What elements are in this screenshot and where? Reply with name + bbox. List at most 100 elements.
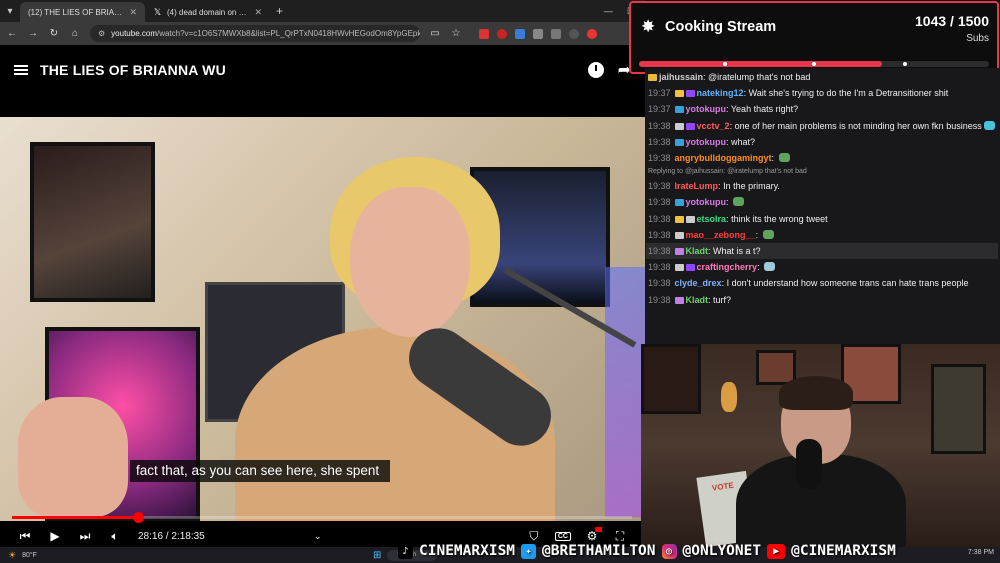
chat-badge-icon[interactable]: [648, 74, 657, 81]
chat-username[interactable]: vcctv_2: [697, 121, 730, 131]
chat-text: I don't understand how someone trans can…: [726, 278, 969, 289]
puzzle-icon[interactable]: [551, 28, 561, 39]
extension-icon[interactable]: [515, 28, 525, 39]
chat-username[interactable]: yotokupu: [686, 137, 727, 147]
previous-icon[interactable]: ⏮: [18, 529, 32, 544]
chat-panel[interactable]: jaihussain: @iratelump that's not bad 19:…: [645, 68, 1000, 344]
chat-message: 19:38 IrateLump: In the primary.: [646, 178, 998, 194]
chat-username[interactable]: Kladt: [686, 246, 709, 256]
chat-username[interactable]: craftingcherry: [697, 262, 758, 272]
chat-badge-icon[interactable]: [674, 248, 684, 256]
chat-message: 19:38 vcctv_2: one of her main problems i…: [646, 118, 998, 134]
chat-username[interactable]: yotokupu: [686, 104, 727, 114]
site-info-icon[interactable]: ⚙: [98, 29, 105, 38]
chat-badge-icon[interactable]: [685, 215, 695, 223]
extension-icon[interactable]: [497, 28, 507, 39]
chat-message: 19:38 craftingcherry:: [646, 259, 998, 275]
volume-icon[interactable]: 🔈︎: [108, 529, 122, 544]
new-tab-button[interactable]: +: [270, 4, 289, 18]
tiktok-icon: ♪: [398, 543, 413, 559]
extension-icon[interactable]: [479, 28, 489, 39]
chat-text: @iratelump that's not bad: [708, 72, 811, 82]
chat-badge-icon[interactable]: [674, 90, 684, 98]
chat-separator: :: [755, 229, 761, 240]
scrubber-handle[interactable]: [133, 512, 145, 523]
webcam-feed: VOTE: [641, 344, 1000, 547]
chat-badge-icon[interactable]: [685, 122, 695, 130]
bookmark-star-icon[interactable]: ☆: [450, 28, 462, 39]
chat-timestamp: 19:38: [648, 181, 671, 192]
time-total: 2:18:35: [171, 530, 205, 542]
chat-timestamp: 19:38: [648, 120, 671, 131]
forward-arrow-icon[interactable]: →: [27, 28, 39, 39]
chevron-down-icon[interactable]: ⌄: [311, 531, 325, 542]
chat-username[interactable]: Kladt: [686, 295, 709, 305]
chat-timestamp: 19:37: [648, 104, 671, 115]
close-icon[interactable]: ✕: [254, 7, 262, 18]
chat-timestamp: 19:38: [648, 294, 671, 305]
poster-image: [30, 142, 155, 302]
video-caption: fact that, as you can see here, she spen…: [130, 460, 390, 482]
chat-badge-icon[interactable]: [674, 199, 684, 207]
time-display: 28:16 / 2:18:35: [138, 530, 205, 542]
tab-search-menu-icon[interactable]: ▾: [0, 0, 20, 22]
back-arrow-icon[interactable]: ←: [6, 28, 18, 39]
chat-message: 19:38 Kladt: turf?: [646, 292, 998, 308]
home-icon[interactable]: ⌂: [69, 28, 81, 39]
goal-title: Cooking Stream: [665, 19, 777, 35]
social-handle: @BRETHAMILTON: [542, 543, 656, 559]
chat-badge-icon[interactable]: [674, 122, 684, 130]
extension-icon[interactable]: [533, 28, 543, 39]
chat-username[interactable]: nateking12: [697, 88, 744, 98]
chat-username[interactable]: angrybulldoggamingyt: [675, 153, 772, 163]
chat-timestamp: 19:38: [648, 153, 671, 164]
avatar[interactable]: [587, 28, 597, 39]
chat-badge-icon[interactable]: [685, 90, 695, 98]
social-handle: @ONLYONET: [682, 543, 762, 559]
goal-milestone-marker: [903, 62, 907, 66]
chat-separator: :: [726, 197, 732, 208]
chat-badge-icon[interactable]: [674, 106, 684, 114]
browser-tab-x[interactable]: 𝕏 (4) dead domain on X: "Charlie ✕: [145, 2, 270, 22]
chat-username[interactable]: jaihussain: [659, 72, 703, 82]
watch-later-icon[interactable]: [587, 62, 604, 78]
goal-milestone-marker: [722, 62, 727, 66]
chat-badge-icon[interactable]: [674, 231, 684, 239]
progress-bar[interactable]: [12, 512, 632, 523]
chat-username[interactable]: yotokupu: [686, 197, 727, 207]
chat-badge-icon[interactable]: [674, 215, 684, 223]
cast-icon[interactable]: ▭: [429, 28, 441, 39]
next-icon[interactable]: ⏭: [78, 529, 92, 544]
chat-text: What is a t?: [713, 246, 761, 257]
chat-message: 19:37 nateking12: Wait she's trying to do…: [646, 85, 998, 101]
profile-icon[interactable]: [569, 28, 579, 39]
url-bar[interactable]: ⚙ youtube.com/watch?v=c1O6S7MWXb8&list=P…: [90, 25, 420, 42]
browser-tab-youtube[interactable]: (12) THE LIES OF BRIANNA ✕: [0, 2, 145, 54]
weather-sun-icon[interactable]: ☀: [8, 550, 16, 561]
chat-username[interactable]: clyde_drex: [675, 278, 722, 288]
wall-frame-image: [931, 364, 986, 454]
minimize-icon[interactable]: —: [604, 6, 613, 17]
reload-icon[interactable]: ↻: [48, 28, 60, 39]
microphone-image: [796, 439, 822, 489]
video-title[interactable]: THE LIES OF BRIANNA WU: [40, 62, 226, 78]
chat-message: 19:38 angrybulldoggamingyt:: [646, 150, 998, 166]
tab-title: (4) dead domain on X: "Charlie: [167, 7, 249, 17]
menu-icon[interactable]: [14, 65, 28, 75]
chat-badge-icon[interactable]: [685, 264, 695, 272]
chat-emote-icon: [764, 262, 776, 272]
chat-badge-icon[interactable]: [674, 138, 684, 146]
chat-text: turf?: [713, 294, 732, 305]
chat-timestamp: 19:37: [648, 88, 671, 99]
close-icon[interactable]: ✕: [129, 7, 137, 18]
system-clock: 7:38 PM: [967, 549, 994, 556]
chat-timestamp: 19:38: [648, 136, 671, 147]
play-icon[interactable]: ▶: [48, 529, 62, 543]
chat-badge-icon[interactable]: [674, 264, 684, 272]
light-glow: [605, 267, 645, 517]
chat-badge-icon[interactable]: [674, 296, 684, 304]
chat-username[interactable]: mao__zebong__: [686, 230, 756, 240]
chat-username[interactable]: IrateLump: [675, 181, 719, 191]
windows-start-icon[interactable]: ⊞: [373, 550, 381, 561]
chat-username[interactable]: etsolra: [697, 214, 727, 224]
